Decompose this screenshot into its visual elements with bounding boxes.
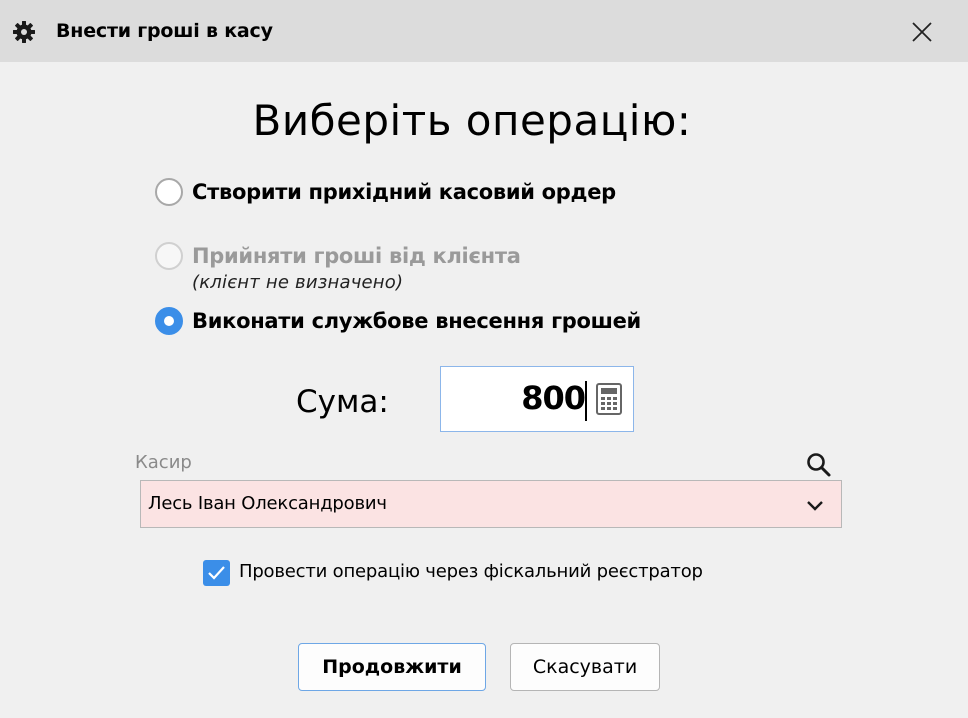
sum-input[interactable]: 800 xyxy=(440,366,634,432)
checkmark-icon xyxy=(208,566,225,580)
cashier-value: Лесь Іван Олександрович xyxy=(148,493,387,514)
radio-button[interactable] xyxy=(155,178,183,206)
cashier-label: Касир xyxy=(135,452,192,473)
cashier-select[interactable]: Лесь Іван Олександрович xyxy=(140,480,842,528)
close-icon xyxy=(912,22,932,42)
text-caret xyxy=(585,381,587,421)
radio-label: Створити прихідний касовий ордер xyxy=(192,180,616,204)
sum-value: 800 xyxy=(521,379,586,417)
radio-button[interactable] xyxy=(155,242,183,270)
search-icon[interactable] xyxy=(806,452,832,478)
radio-label: Прийняти гроші від клієнта xyxy=(192,244,521,268)
sum-label: Сума: xyxy=(296,384,389,420)
client-not-defined-note: (клієнт не визначено) xyxy=(192,272,404,293)
radio-button[interactable] xyxy=(155,307,183,335)
fiscal-label: Провести операцію через фіскальний реєст… xyxy=(239,561,703,582)
continue-button[interactable]: Продовжити xyxy=(298,643,486,691)
close-button[interactable] xyxy=(904,14,940,50)
radio-label: Виконати службове внесення грошей xyxy=(192,309,641,333)
fiscal-checkbox[interactable] xyxy=(203,560,230,586)
cancel-button[interactable]: Скасувати xyxy=(510,643,660,691)
window-title: Внести гроші в касу xyxy=(56,20,273,42)
title-bar: Внести гроші в касу xyxy=(0,0,968,62)
calculator-icon[interactable] xyxy=(596,383,622,415)
gear-icon xyxy=(13,21,35,43)
operation-heading: Виберіть операцію: xyxy=(252,96,692,145)
chevron-down-icon xyxy=(807,501,823,511)
